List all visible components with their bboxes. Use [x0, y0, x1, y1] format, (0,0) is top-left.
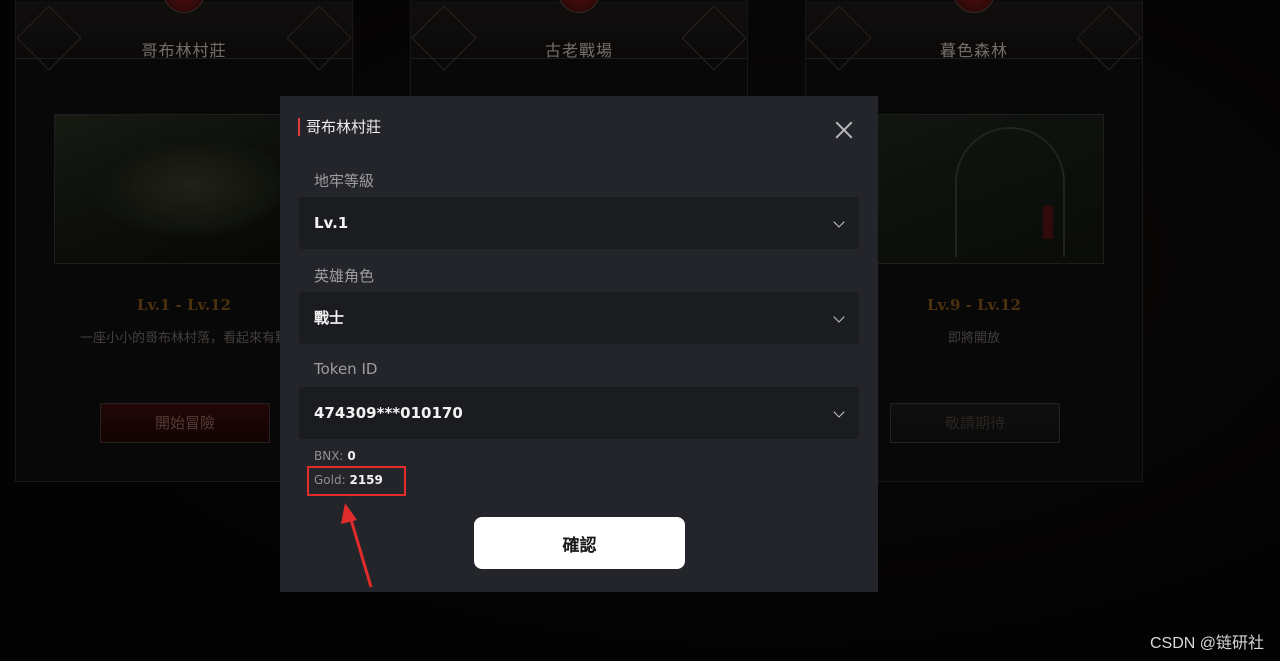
watermark: CSDN @链研社 — [1149, 635, 1264, 652]
annotation-arrow-icon — [341, 503, 373, 588]
